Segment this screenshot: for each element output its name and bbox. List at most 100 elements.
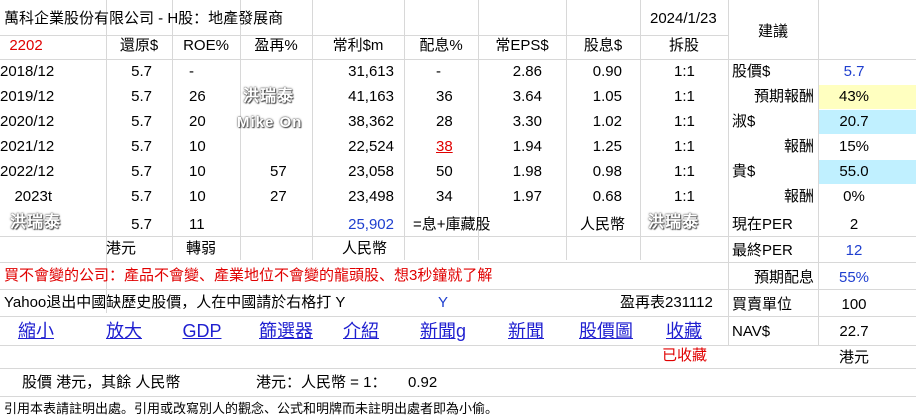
col-dividend: 股息$ <box>583 37 623 54</box>
cell-dividend: 0.90 <box>592 63 622 80</box>
cell-dividend: 1.05 <box>592 88 622 105</box>
cell-dividend: 1.25 <box>592 138 622 155</box>
summary-hkd: 港元 <box>106 240 137 257</box>
col-payout: 配息% <box>419 37 463 54</box>
cell-restored: 5.7 <box>131 113 152 130</box>
cell-eps: 1.94 <box>512 138 542 155</box>
advice-value: 2 <box>849 216 859 233</box>
cell-restored: 5.7 <box>131 63 152 80</box>
cell-roe: - <box>189 63 194 80</box>
advice-value: 0% <box>843 188 865 205</box>
col-roe: ROE% <box>183 37 229 54</box>
cell-eps: 3.64 <box>512 88 542 105</box>
advice-title: 建議 <box>757 23 788 40</box>
cell-eps: 1.97 <box>512 188 542 205</box>
summary-profit: 25,902 <box>348 216 394 233</box>
cell-split: 1:1 <box>674 138 695 155</box>
advice-value: 5.7 <box>843 63 865 80</box>
advice-value: 22.7 <box>839 323 869 340</box>
advice-value: 100 <box>841 296 867 313</box>
cell-profit: 22,524 <box>348 138 394 155</box>
cell-split: 1:1 <box>674 63 695 80</box>
link-gdp[interactable]: GDP <box>166 320 238 342</box>
company-title: 萬科企業股份有限公司 - H股：地產發展商 <box>4 10 284 27</box>
footer-note: 引用本表請註明出處。引用或改寫別人的觀念、公式和明牌而未註明出處者即為小偷。 <box>4 401 499 416</box>
advice-label: 預期配息 <box>753 269 814 286</box>
cell-split: 1:1 <box>674 88 695 105</box>
watermark-sub: Mike On <box>237 114 303 131</box>
cell-year: 2022/12 <box>0 163 55 180</box>
cell-restored: 5.7 <box>131 188 152 205</box>
cell-profit: 23,498 <box>348 188 394 205</box>
advice-label: 股價$ <box>732 63 771 80</box>
cell-payout: 28 <box>436 113 453 130</box>
yahoo-input[interactable]: Y <box>438 293 448 313</box>
advice-value: 55% <box>838 269 870 286</box>
cell-profit: 41,163 <box>348 88 394 105</box>
cell-payout: 34 <box>436 188 453 205</box>
advice-value: 55.0 <box>839 163 869 180</box>
link-screener[interactable]: 篩選器 <box>248 320 324 342</box>
summary-rmb: 人民幣 <box>342 240 388 257</box>
report-date: 2024/1/23 <box>650 10 717 27</box>
summary-roe-trend: 轉弱 <box>186 240 217 257</box>
watermark-name-3: 洪瑞泰 <box>648 214 700 231</box>
cell-profit: 23,058 <box>348 163 394 180</box>
advice-label: 現在PER <box>732 216 793 233</box>
advice-label: 報酬 <box>783 188 814 205</box>
table-reference: 盈再表231112 <box>620 294 713 311</box>
link-news-g[interactable]: 新聞g <box>404 320 482 342</box>
link-price-chart[interactable]: 股價圖 <box>566 320 646 342</box>
cell-restored: 5.7 <box>131 88 152 105</box>
advice-label: 預期報酬 <box>753 88 814 105</box>
link-news[interactable]: 新聞 <box>490 320 562 342</box>
cell-roe: 10 <box>189 138 206 155</box>
cell-split: 1:1 <box>674 163 695 180</box>
watermark-name-2: 洪瑞泰 <box>10 214 62 231</box>
cell-eps: 3.30 <box>512 113 542 130</box>
collected-status: 已收藏 <box>662 347 708 364</box>
cell-payout: 38 <box>436 138 453 155</box>
cell-eps: 1.98 <box>512 163 542 180</box>
cell-pe: 57 <box>270 163 287 180</box>
cell-payout: 50 <box>436 163 453 180</box>
link-zoom-out[interactable]: 縮小 <box>0 320 72 342</box>
summary-profit-note: =息+庫藏股 <box>413 216 491 233</box>
cell-payout: 36 <box>436 88 453 105</box>
cell-year: 2023t <box>14 188 52 205</box>
col-profit: 常利$m <box>332 37 384 54</box>
cell-dividend: 0.68 <box>592 188 622 205</box>
cell-year: 2021/12 <box>0 138 55 155</box>
advice-label: 貴$ <box>732 163 756 180</box>
advice-value: 15% <box>838 138 870 155</box>
stock-code: 2202 <box>9 37 43 54</box>
col-restored: 還原$ <box>119 37 159 54</box>
cell-restored: 5.7 <box>131 163 152 180</box>
cell-year: 2019/12 <box>0 88 55 105</box>
summary-currency: 人民幣 <box>580 216 626 233</box>
link-favorite[interactable]: 收藏 <box>644 320 724 342</box>
cell-eps: 2.86 <box>512 63 542 80</box>
advice-value: 43% <box>838 88 870 105</box>
advice-label: 淑$ <box>732 113 756 130</box>
cell-profit: 38,362 <box>348 113 394 130</box>
advice-label: 最終PER <box>732 242 793 259</box>
link-zoom-in[interactable]: 放大 <box>88 320 160 342</box>
cell-roe: 26 <box>189 88 206 105</box>
watermark-name: 洪瑞泰 <box>243 88 295 105</box>
advice-label: 報酬 <box>783 138 814 155</box>
link-intro[interactable]: 介紹 <box>326 320 396 342</box>
col-split: 拆股 <box>668 37 699 54</box>
cell-roe: 10 <box>189 163 206 180</box>
advice-label: NAV$ <box>732 323 771 340</box>
cell-restored: 5.7 <box>131 138 152 155</box>
cell-roe: 20 <box>189 113 206 130</box>
advice-label: 買賣單位 <box>732 296 793 313</box>
cell-year: 2020/12 <box>0 113 55 130</box>
cell-split: 1:1 <box>674 113 695 130</box>
summary-restored: 5.7 <box>131 216 152 233</box>
col-eps: 常EPS$ <box>495 37 549 54</box>
cell-pe: 27 <box>270 188 287 205</box>
fx-label: 港元：人民幣 = 1： <box>256 374 387 391</box>
cell-profit: 31,613 <box>348 63 394 80</box>
